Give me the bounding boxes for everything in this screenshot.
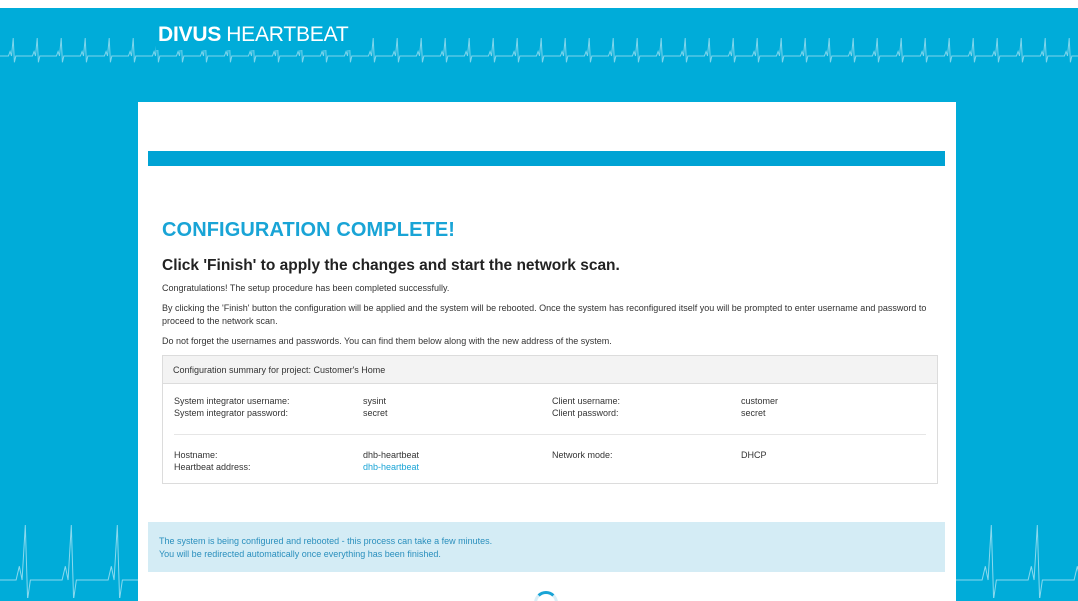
heartbeat-address-link[interactable]: dhb-heartbeat xyxy=(363,461,552,473)
brand-logo: DIVUS HEARTBEAT xyxy=(156,20,357,50)
brand-primary: DIVUS xyxy=(158,23,222,46)
client-username-value: customer xyxy=(741,396,779,406)
heartbeat-address-label: Heartbeat address: xyxy=(174,462,251,472)
loading-spinner-icon xyxy=(534,591,558,601)
client-password-label: Client password: xyxy=(552,408,619,418)
credentials-paragraph: Do not forget the usernames and password… xyxy=(162,336,612,346)
wizard-progress-bar xyxy=(148,151,945,166)
si-password-value: secret xyxy=(363,408,388,418)
summary-body: System integrator username: sysint Clien… xyxy=(163,384,937,483)
si-password-label: System integrator password: xyxy=(174,408,289,418)
si-username-label: System integrator username: xyxy=(174,396,290,406)
page-subtitle: Click 'Finish' to apply the changes and … xyxy=(162,257,620,274)
summary-divider xyxy=(174,434,926,435)
status-line-2: You will be redirected automatically onc… xyxy=(159,549,441,559)
wizard-content: CONFIGURATION COMPLETE! Click 'Finish' t… xyxy=(162,218,938,484)
network-grid: Hostname: dhb-heartbeat Network mode: DH… xyxy=(174,449,926,473)
brand-secondary: HEARTBEAT xyxy=(226,23,349,46)
configuration-summary: Configuration summary for project: Custo… xyxy=(162,355,938,484)
client-password-value: secret xyxy=(741,408,766,418)
status-line-1: The system is being configured and reboo… xyxy=(159,536,493,546)
wizard-panel: CONFIGURATION COMPLETE! Click 'Finish' t… xyxy=(138,102,956,601)
client-username-label: Client username: xyxy=(552,396,621,406)
si-username-value: sysint xyxy=(363,396,387,406)
hostname-value: dhb-heartbeat xyxy=(363,450,420,460)
page-title: CONFIGURATION COMPLETE! xyxy=(162,219,456,241)
credentials-grid: System integrator username: sysint Clien… xyxy=(174,395,926,419)
hostname-label: Hostname: xyxy=(174,450,218,460)
grid-spacer xyxy=(552,461,741,473)
intro-paragraph: Congratulations! The setup procedure has… xyxy=(162,283,450,293)
status-alert: The system is being configured and reboo… xyxy=(148,522,945,572)
network-mode-label: Network mode: xyxy=(552,450,613,460)
network-mode-value: DHCP xyxy=(741,450,767,460)
reboot-paragraph: By clicking the 'Finish' button the conf… xyxy=(162,303,927,326)
summary-header: Configuration summary for project: Custo… xyxy=(163,356,937,384)
grid-spacer xyxy=(741,461,930,473)
